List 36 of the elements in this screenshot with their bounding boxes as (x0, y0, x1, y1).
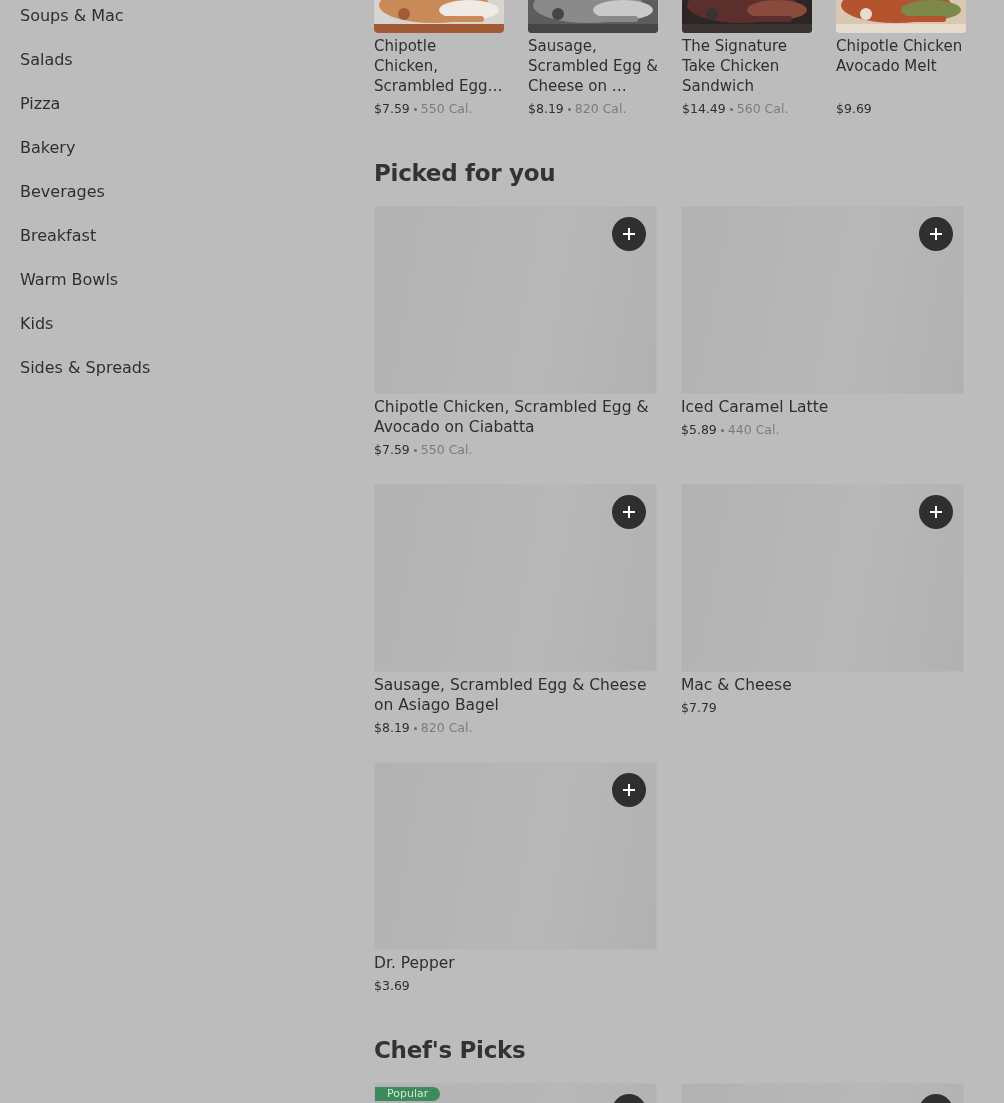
item-calories: 820 Cal. (420, 720, 473, 736)
category-link[interactable]: Soups & Mac (20, 6, 124, 25)
item-price: $8.19 (528, 101, 564, 117)
section-heading: Picked for you (374, 159, 557, 188)
item-price: $9.69 (836, 101, 872, 117)
item-title[interactable]: Chipotle Chicken Avocado Melt (836, 36, 966, 96)
item-price: $7.79 (681, 700, 717, 716)
item-price: $14.49 (682, 101, 726, 117)
item-title[interactable]: Sausage, Scrambled Egg & Cheese on Asiago Bagel (374, 675, 657, 715)
item-calories: 550 Cal. (420, 442, 473, 458)
item-calories: 440 Cal. (727, 422, 780, 438)
item-calories: 820 Cal. (574, 101, 627, 117)
item-title[interactable]: Iced Caramel Latte (681, 397, 964, 417)
item-price: $3.69 (374, 978, 410, 994)
popular-badge: Popular (375, 1087, 441, 1101)
item-title[interactable]: Chipotle Chicken, Scrambled Egg & Avocado on Ciabatta (374, 397, 657, 437)
category-link[interactable]: Breakfast (20, 226, 97, 245)
item-price: $7.59 (374, 442, 410, 458)
category-link[interactable]: Kids (20, 314, 54, 333)
item-title[interactable]: Dr. Pepper (374, 953, 657, 973)
category-link[interactable]: Bakery (20, 138, 76, 157)
item-title[interactable]: Chipotle Chicken, Scrambled Egg… (374, 36, 504, 96)
item-calories: 550 Cal. (420, 101, 473, 117)
category-link[interactable]: Pizza (20, 94, 61, 113)
item-price: $5.89 (681, 422, 717, 438)
item-price: $8.19 (374, 720, 410, 736)
category-link[interactable]: Sides & Spreads (20, 358, 151, 377)
section-heading: Chef's Picks (374, 1036, 527, 1065)
category-link[interactable]: Warm Bowls (20, 270, 119, 289)
category-link[interactable]: Beverages (20, 182, 105, 201)
item-title[interactable]: Mac & Cheese (681, 675, 964, 695)
item-price: $7.59 (374, 101, 410, 117)
category-link[interactable]: Salads (20, 50, 73, 69)
item-title[interactable]: Sausage, Scrambled Egg & Cheese on … (528, 36, 658, 96)
item-calories: 560 Cal. (736, 101, 789, 117)
item-title[interactable]: The Signature Take Chicken Sandwich (682, 36, 812, 96)
